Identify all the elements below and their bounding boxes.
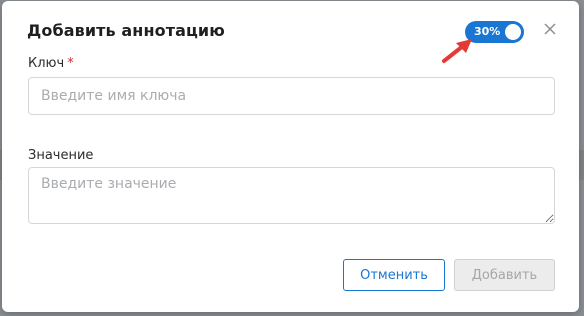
required-mark: * — [67, 56, 74, 71]
close-icon[interactable] — [542, 21, 558, 37]
add-annotation-dialog: Добавить аннотацию 30% Ключ* Значение От… — [2, 1, 579, 312]
key-label-text: Ключ — [28, 56, 65, 71]
dialog-title: Добавить аннотацию — [27, 21, 225, 40]
value-label: Значение — [28, 148, 94, 163]
toggle-label: 30% — [474, 25, 501, 38]
add-button[interactable]: Добавить — [454, 259, 555, 291]
pointer-arrow-icon — [442, 39, 472, 63]
value-textarea[interactable] — [28, 167, 555, 224]
cancel-button[interactable]: Отменить — [343, 259, 445, 291]
key-input[interactable] — [28, 77, 555, 115]
key-label: Ключ * — [28, 56, 74, 71]
toggle-knob — [505, 24, 521, 40]
